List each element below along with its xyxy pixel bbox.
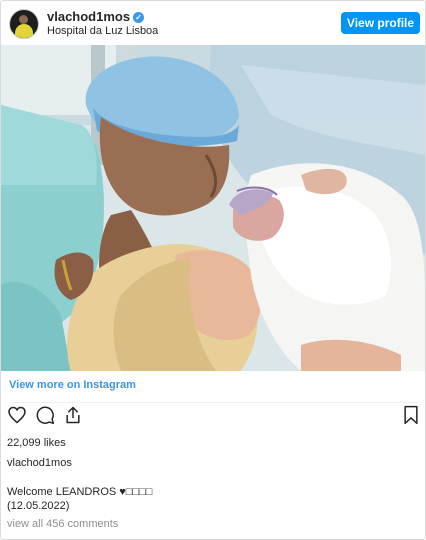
caption-text: Welcome LEANDROS ♥□□□□	[7, 486, 153, 498]
caption: Welcome LEANDROS ♥□□□□ (12.05.2022)	[7, 485, 152, 513]
avatar[interactable]	[9, 9, 39, 39]
username-row[interactable]: vlachod1mos ✓	[47, 9, 145, 24]
verified-badge-icon: ✓	[133, 12, 145, 23]
share-icon[interactable]	[63, 405, 83, 425]
heart-icon[interactable]	[7, 405, 27, 425]
bookmark-icon[interactable]	[401, 405, 421, 425]
divider	[9, 402, 419, 403]
post-header: vlachod1mos ✓ Hospital da Luz Lisboa View…	[1, 1, 425, 45]
caption-date: (12.05.2022)	[7, 500, 70, 512]
caption-username[interactable]: vlachod1mos	[7, 457, 72, 469]
view-profile-button[interactable]: View profile	[341, 12, 420, 34]
username[interactable]: vlachod1mos	[47, 9, 130, 24]
instagram-embed-card: vlachod1mos ✓ Hospital da Luz Lisboa View…	[0, 0, 426, 540]
post-photo-illustration	[1, 45, 425, 371]
location[interactable]: Hospital da Luz Lisboa	[47, 25, 158, 37]
likes-count[interactable]: 22,099 likes	[7, 437, 66, 449]
avatar-figure-body	[15, 24, 33, 38]
comment-icon[interactable]	[35, 405, 55, 425]
avatar-figure-head	[19, 15, 28, 24]
view-more-link[interactable]: View more on Instagram	[9, 379, 136, 391]
post-photo[interactable]	[1, 45, 425, 371]
action-bar	[1, 405, 425, 433]
view-all-comments-link[interactable]: view all 456 comments	[7, 518, 118, 530]
